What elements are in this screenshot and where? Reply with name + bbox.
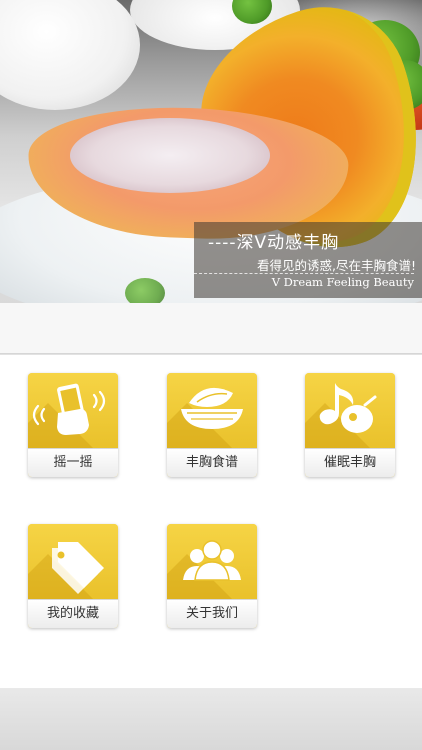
- banner-tagline: ----深V动感丰胸 看得见的诱惑,尽在丰胸食谱! V Dream Feelin…: [194, 222, 422, 298]
- hero-banner: ----深V动感丰胸 看得见的诱惑,尽在丰胸食谱! V Dream Feelin…: [0, 0, 422, 303]
- bird-nest-filling: [70, 118, 270, 193]
- bowl-decor: [0, 0, 140, 110]
- shake-phone-icon: [32, 383, 106, 435]
- shake-button[interactable]: 摇一摇: [28, 373, 118, 477]
- people-icon: [183, 540, 241, 581]
- hypnosis-label: 催眠丰胸: [305, 448, 395, 477]
- bottom-bar: [0, 688, 422, 750]
- hypnosis-button[interactable]: 催眠丰胸: [305, 373, 395, 477]
- about-us-label: 关于我们: [167, 599, 257, 628]
- salad-bowl-icon: [181, 387, 243, 429]
- garnish-decor: [125, 278, 165, 303]
- recipes-label: 丰胸食谱: [167, 448, 257, 477]
- title-strip: [0, 303, 422, 354]
- about-us-button[interactable]: 关于我们: [167, 524, 257, 628]
- tag-icon: [52, 542, 104, 594]
- favorites-label: 我的收藏: [28, 599, 118, 628]
- banner-subtitle: 看得见的诱惑,尽在丰胸食谱!: [257, 258, 416, 273]
- banner-title: ----深V动感丰胸: [208, 233, 340, 253]
- favorites-button[interactable]: 我的收藏: [28, 524, 118, 628]
- music-note-icon: [319, 383, 377, 433]
- recipes-button[interactable]: 丰胸食谱: [167, 373, 257, 477]
- banner-english: V Dream Feeling Beauty: [271, 275, 414, 289]
- divider: [194, 273, 414, 274]
- shake-label: 摇一摇: [28, 448, 118, 477]
